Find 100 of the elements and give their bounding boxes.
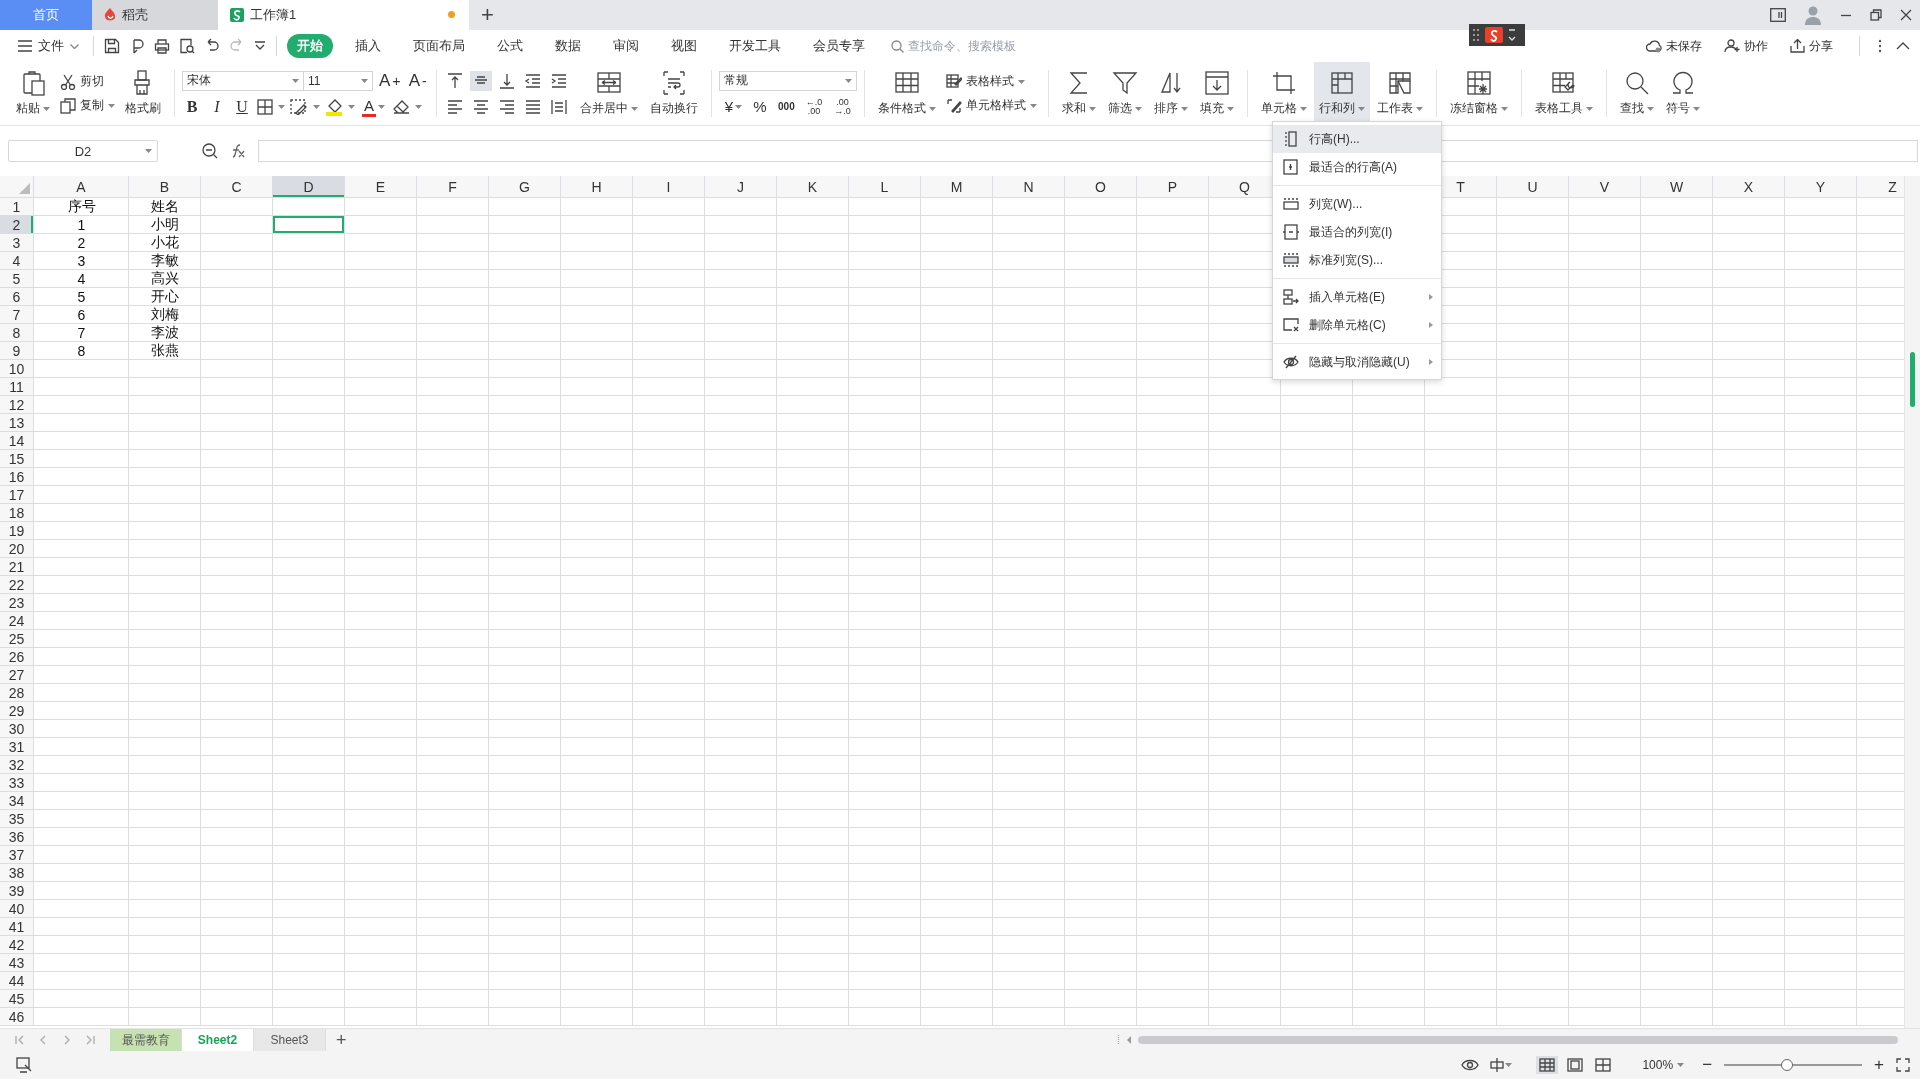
fill-color-icon[interactable]	[325, 97, 343, 116]
ribbon-button[interactable]: 填充	[1194, 62, 1239, 125]
column-header[interactable]: M	[921, 176, 993, 198]
row-header[interactable]: 24	[0, 612, 34, 630]
row-header[interactable]: 38	[0, 864, 34, 882]
row-header[interactable]: 44	[0, 972, 34, 990]
new-tab-button[interactable]: +	[469, 0, 506, 30]
ribbon-button[interactable]: 求和	[1056, 62, 1101, 125]
column-header[interactable]: A	[34, 176, 129, 198]
slider-thumb[interactable]	[1781, 1059, 1794, 1071]
row-header[interactable]: 43	[0, 954, 34, 972]
row-header[interactable]: 2	[0, 216, 34, 234]
print-icon[interactable]	[154, 38, 170, 54]
column-header[interactable]: K	[777, 176, 849, 198]
file-menu[interactable]: 文件	[14, 37, 83, 55]
ribbon-tab[interactable]: 审阅	[603, 34, 649, 58]
row-header[interactable]: 10	[0, 360, 34, 378]
align-middle-button[interactable]	[469, 70, 492, 91]
number-format-select[interactable]: 常规	[718, 70, 857, 91]
document-tab[interactable]: 工作簿1	[218, 0, 469, 30]
row-header[interactable]: 6	[0, 288, 34, 306]
row-header[interactable]: 22	[0, 576, 34, 594]
row-header[interactable]: 26	[0, 648, 34, 666]
scroll-left-icon[interactable]	[1126, 1036, 1132, 1044]
number-format-button[interactable]: 000	[776, 96, 797, 117]
ribbon-button[interactable]: 冻结窗格	[1444, 62, 1513, 125]
row-header[interactable]: 41	[0, 918, 34, 936]
row-header[interactable]: 36	[0, 828, 34, 846]
print-preview-icon[interactable]	[179, 38, 195, 54]
row-header[interactable]: 4	[0, 252, 34, 270]
toolbar-action[interactable]: 分享	[1784, 36, 1839, 56]
ribbon-button[interactable]: 表格工具	[1529, 62, 1598, 125]
search-field[interactable]: 查找命令、搜索模板	[891, 39, 1048, 53]
ribbon-tab[interactable]: 公式	[487, 34, 533, 58]
ribbon-tab[interactable]: 插入	[345, 34, 391, 58]
row-header[interactable]: 8	[0, 324, 34, 342]
fullscreen-icon[interactable]	[1896, 1058, 1910, 1072]
menu-item[interactable]: 标准列宽(S)...	[1273, 246, 1441, 274]
ribbon-button[interactable]: 排序	[1148, 62, 1193, 125]
document-tab[interactable]: 稻壳	[92, 0, 218, 30]
collapse-ribbon-icon[interactable]	[1896, 42, 1910, 50]
fill-pattern-icon[interactable]	[290, 98, 308, 115]
row-header[interactable]: 27	[0, 666, 34, 684]
row-header[interactable]: 30	[0, 720, 34, 738]
row-header[interactable]: 12	[0, 396, 34, 414]
column-header[interactable]: W	[1641, 176, 1713, 198]
input-method-toolbar[interactable]	[1469, 24, 1525, 46]
add-sheet-button[interactable]: +	[326, 1029, 357, 1051]
row-header[interactable]: 21	[0, 558, 34, 576]
column-header[interactable]: P	[1137, 176, 1209, 198]
borders-icon[interactable]	[257, 98, 273, 115]
row-header[interactable]: 15	[0, 450, 34, 468]
status-monitor-icon[interactable]	[16, 1057, 34, 1073]
customize-arrow-icon[interactable]	[254, 41, 266, 51]
window-layout-icon[interactable]	[1770, 8, 1786, 22]
number-format-button[interactable]: %	[750, 96, 771, 117]
row-header[interactable]: 5	[0, 270, 34, 288]
close-icon[interactable]	[1900, 9, 1912, 21]
row-header[interactable]: 28	[0, 684, 34, 702]
column-header[interactable]: N	[993, 176, 1065, 198]
row-header[interactable]: 14	[0, 432, 34, 450]
sheet-tab[interactable]: 最需教育	[110, 1029, 182, 1051]
row-header[interactable]: 31	[0, 738, 34, 756]
row-header[interactable]: 29	[0, 702, 34, 720]
row-header[interactable]: 7	[0, 306, 34, 324]
ribbon-tab[interactable]: 视图	[661, 34, 707, 58]
row-header[interactable]: 13	[0, 414, 34, 432]
row-header[interactable]: 39	[0, 882, 34, 900]
column-header[interactable]: O	[1065, 176, 1137, 198]
row-header[interactable]: 45	[0, 990, 34, 1008]
font-size-select[interactable]: 11	[303, 70, 373, 91]
row-header[interactable]: 33	[0, 774, 34, 792]
ribbon-tab[interactable]: 数据	[545, 34, 591, 58]
column-header[interactable]: F	[417, 176, 489, 198]
ribbon-button[interactable]: 单元格	[1255, 62, 1312, 125]
menu-item[interactable]: 行高(H)...	[1273, 125, 1441, 153]
row-header[interactable]: 18	[0, 504, 34, 522]
row-header[interactable]: 16	[0, 468, 34, 486]
row-header[interactable]: 35	[0, 810, 34, 828]
selected-cell[interactable]	[273, 216, 345, 234]
zoom-out-button[interactable]: −	[1698, 1055, 1717, 1075]
column-header[interactable]: H	[561, 176, 633, 198]
row-header[interactable]: 19	[0, 522, 34, 540]
ribbon-button[interactable]: 工作表	[1371, 62, 1428, 125]
ribbon-button[interactable]: 粘贴	[11, 62, 55, 125]
column-header[interactable]: B	[129, 176, 201, 198]
ribbon-button[interactable]: 条件格式	[872, 62, 941, 125]
zoom-in-button[interactable]: +	[1870, 1055, 1888, 1075]
column-header[interactable]: X	[1713, 176, 1785, 198]
row-header[interactable]: 40	[0, 900, 34, 918]
column-header[interactable]: I	[633, 176, 705, 198]
center-mark-icon[interactable]	[1489, 1057, 1506, 1073]
eye-icon[interactable]	[1461, 1058, 1480, 1072]
column-header[interactable]: U	[1497, 176, 1569, 198]
toolbar-action[interactable]: 未保存	[1640, 36, 1708, 56]
row-header[interactable]: 46	[0, 1008, 34, 1026]
row-header[interactable]: 17	[0, 486, 34, 504]
zoom-out-icon[interactable]	[202, 143, 218, 159]
column-header[interactable]: L	[849, 176, 921, 198]
row-header[interactable]: 42	[0, 936, 34, 954]
